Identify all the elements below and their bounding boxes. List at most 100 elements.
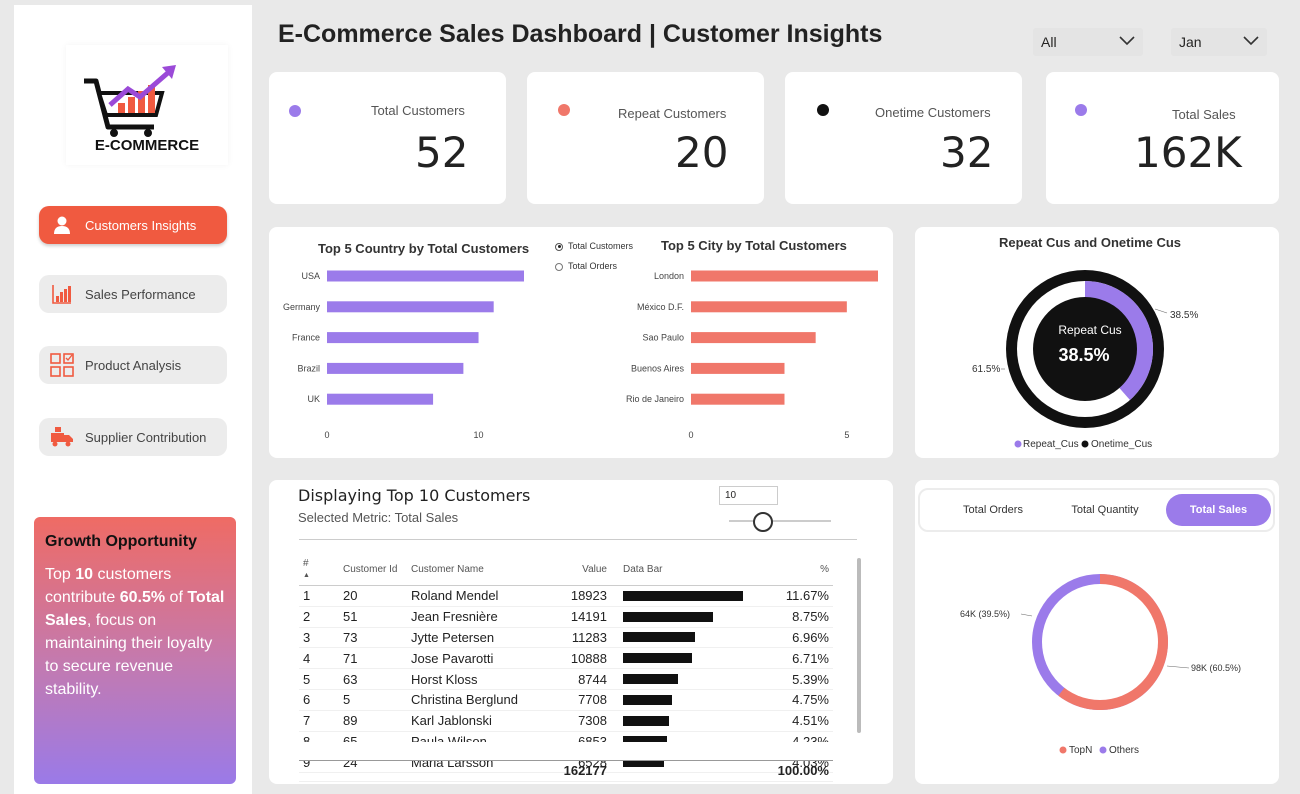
donut-center-value: 38.5% bbox=[1058, 345, 1109, 365]
col-header[interactable]: Customer Name bbox=[407, 552, 547, 586]
data-bar bbox=[623, 674, 679, 685]
row-value: 18923 bbox=[547, 585, 611, 607]
table-title: Displaying Top 10 Customers bbox=[298, 486, 531, 505]
total-value: 162177 bbox=[547, 760, 611, 782]
nav-sales-performance[interactable]: Sales Performance bbox=[39, 275, 227, 313]
category-label: Germany bbox=[283, 302, 321, 312]
table-row[interactable]: 4 71 Jose Pavarotti 10888 6.71% bbox=[299, 647, 833, 670]
city-chart-title: Top 5 City by Total Customers bbox=[661, 238, 847, 253]
toggle-total-sales[interactable]: Total Sales bbox=[1166, 494, 1271, 526]
category-label: France bbox=[292, 333, 320, 343]
row-customer-name: Karl Jablonski bbox=[407, 710, 547, 732]
nav-customers-insights[interactable]: Customers Insights bbox=[39, 206, 227, 244]
row-pct: 4.51% bbox=[771, 710, 833, 732]
kpi-value: 20 bbox=[675, 128, 729, 177]
col-header[interactable]: Data Bar bbox=[611, 552, 771, 586]
category-label: Sao Paulo bbox=[642, 333, 684, 343]
table-scrollbar[interactable] bbox=[857, 558, 861, 733]
filter-dropdown-1[interactable]: All bbox=[1033, 28, 1143, 56]
sort-asc-icon: ▲ bbox=[303, 572, 310, 579]
bar bbox=[691, 332, 816, 344]
row-value: 8744 bbox=[547, 668, 611, 690]
kpi-onetime-customers: Onetime Customers 32 bbox=[785, 72, 1022, 204]
col-header[interactable]: # ▲ bbox=[299, 552, 339, 586]
row-customer-id: 89 bbox=[339, 710, 407, 732]
kpi-label: Total Customers bbox=[371, 103, 465, 118]
logo: E-COMMERCE bbox=[66, 45, 228, 165]
growth-title: Growth Opportunity bbox=[45, 533, 197, 550]
row-rank: 2 bbox=[299, 606, 339, 628]
data-bar bbox=[623, 653, 692, 664]
city-bar-chart: London México D.F. Sao Paulo Buenos Aires Ri… bbox=[626, 270, 878, 440]
table-row[interactable]: 3 73 Jytte Petersen 11283 6.96% bbox=[299, 627, 833, 649]
bar bbox=[691, 362, 785, 374]
table-overflow-mask bbox=[299, 742, 833, 760]
table-row[interactable]: 5 63 Horst Kloss 8744 5.39% bbox=[299, 668, 833, 690]
col-header[interactable]: % bbox=[771, 552, 833, 586]
onetime-slice-label: 61.5% bbox=[972, 364, 1000, 375]
table-row[interactable]: 6 5 Christina Berglund 7708 4.75% bbox=[299, 689, 833, 711]
toggle-total-orders[interactable]: Total Orders bbox=[938, 490, 1048, 530]
filter-dropdown-2[interactable]: Jan bbox=[1171, 28, 1267, 56]
nav-label: Product Analysis bbox=[85, 357, 182, 373]
data-bar bbox=[623, 590, 743, 601]
row-value: 7708 bbox=[547, 689, 611, 711]
bar bbox=[691, 301, 847, 313]
country-bar-chart: USA Germany France Brazil UK 0 10 bbox=[283, 270, 524, 440]
user-icon bbox=[49, 212, 75, 238]
row-data-bar-cell bbox=[611, 647, 771, 670]
row-pct: 11.67% bbox=[771, 585, 833, 607]
row-data-bar-cell bbox=[611, 627, 771, 649]
kpi-label: Repeat Customers bbox=[618, 106, 727, 121]
table-row[interactable]: 2 51 Jean Fresnière 14191 8.75% bbox=[299, 606, 833, 628]
table-row[interactable]: 7 89 Karl Jablonski 7308 4.51% bbox=[299, 710, 833, 732]
category-label: UK bbox=[307, 394, 320, 404]
radio-total-customers[interactable]: Total Customers bbox=[555, 241, 633, 251]
table-subtitle: Selected Metric: Total Sales bbox=[298, 510, 459, 525]
data-bar bbox=[623, 694, 672, 705]
bar bbox=[327, 362, 464, 374]
kpi-repeat-customers: Repeat Customers 20 bbox=[527, 72, 764, 204]
nav-supplier-contribution[interactable]: Supplier Contribution bbox=[39, 418, 227, 456]
category-label: London bbox=[654, 271, 684, 281]
row-data-bar-cell bbox=[611, 689, 771, 711]
kpi-dot bbox=[817, 104, 829, 116]
row-value: 10888 bbox=[547, 647, 611, 670]
row-pct: 6.71% bbox=[771, 647, 833, 670]
repeat-donut-chart: Repeat Cus 38.5% 38.5% 61.5% Repeat_Cus … bbox=[972, 270, 1198, 450]
kpi-dot bbox=[289, 105, 301, 117]
category-label: Rio de Janeiro bbox=[626, 394, 684, 404]
topn-slider-track[interactable] bbox=[729, 520, 831, 522]
category-label: México D.F. bbox=[637, 302, 684, 312]
nav-product-analysis[interactable]: Product Analysis bbox=[39, 346, 227, 384]
row-data-bar-cell bbox=[611, 606, 771, 628]
others-slice-label: 64K (39.5%) bbox=[960, 609, 1010, 619]
row-rank: 1 bbox=[299, 585, 339, 607]
row-rank: 6 bbox=[299, 689, 339, 711]
col-header[interactable]: Customer Id bbox=[339, 552, 407, 586]
table-row[interactable]: 1 20 Roland Mendel 18923 11.67% bbox=[299, 585, 833, 607]
truck-icon bbox=[49, 424, 75, 450]
legend-repeat: Repeat_Cus bbox=[1023, 439, 1079, 450]
cart-growth-logo-icon bbox=[84, 65, 176, 137]
category-label: Buenos Aires bbox=[631, 363, 685, 373]
row-customer-name: Jose Pavarotti bbox=[407, 647, 547, 670]
topn-input[interactable]: 10 bbox=[719, 486, 778, 505]
row-customer-name: Horst Kloss bbox=[407, 668, 547, 690]
radio-selected-icon bbox=[555, 242, 563, 251]
nav-label: Sales Performance bbox=[85, 286, 196, 302]
row-rank: 7 bbox=[299, 710, 339, 732]
kpi-total-customers: Total Customers 52 bbox=[269, 72, 506, 204]
row-pct: 5.39% bbox=[771, 668, 833, 690]
col-header[interactable]: Value bbox=[547, 552, 611, 586]
toggle-total-quantity[interactable]: Total Quantity bbox=[1050, 490, 1160, 530]
row-rank: 4 bbox=[299, 647, 339, 670]
x-tick-label: 5 bbox=[844, 430, 849, 440]
topn-slider-handle[interactable] bbox=[753, 512, 773, 532]
row-customer-name: Christina Berglund bbox=[407, 689, 547, 711]
row-customer-id: 73 bbox=[339, 627, 407, 649]
data-bar bbox=[623, 611, 713, 622]
bar bbox=[327, 270, 524, 282]
row-customer-id: 63 bbox=[339, 668, 407, 690]
row-data-bar-cell bbox=[611, 668, 771, 690]
